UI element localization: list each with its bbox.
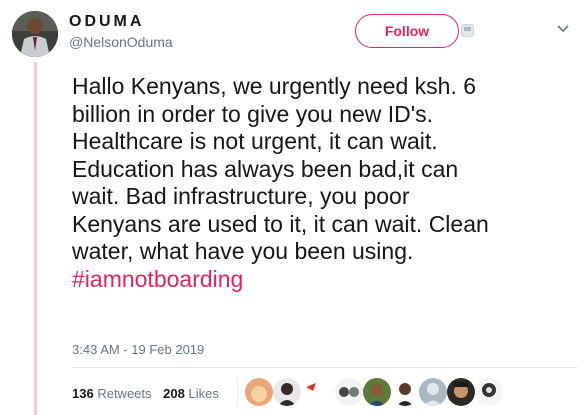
likes-count: 208 — [163, 386, 185, 401]
display-name[interactable]: ODUMA — [69, 12, 173, 32]
tweet-body: Hallo Kenyans, we urgently need ksh. 6 b… — [72, 73, 489, 264]
likes-stat[interactable]: 208 Likes — [163, 386, 219, 401]
liker-avatar[interactable] — [305, 380, 317, 392]
liker-avatar[interactable] — [245, 378, 273, 406]
avatar[interactable] — [12, 11, 58, 57]
follow-glyph-icon — [461, 24, 474, 37]
retweets-count: 136 — [72, 386, 94, 401]
liker-avatar[interactable] — [363, 378, 391, 406]
liker-avatar[interactable] — [447, 378, 475, 406]
stats-separator — [237, 378, 238, 406]
likes-label: Likes — [188, 386, 219, 401]
retweets-label: Retweets — [97, 386, 152, 401]
tweet-text: Hallo Kenyans, we urgently need ksh. 6 b… — [72, 73, 577, 293]
tweet-stats: 136 Retweets 208 Likes — [72, 386, 227, 401]
liker-avatar[interactable] — [419, 378, 447, 406]
liker-avatar[interactable] — [391, 378, 419, 406]
hashtag-link[interactable]: #iamnotboarding — [72, 266, 243, 292]
tweet-timestamp[interactable]: 3:43 AM - 19 Feb 2019 — [72, 342, 204, 357]
thread-line — [34, 62, 37, 415]
follow-button[interactable]: Follow — [355, 14, 459, 48]
author-block: ODUMA @NelsonOduma — [69, 12, 173, 51]
liker-avatars — [245, 378, 505, 408]
username[interactable]: @NelsonOduma — [69, 33, 173, 51]
divider — [72, 367, 577, 368]
chevron-down-icon[interactable] — [556, 23, 570, 33]
retweets-stat[interactable]: 136 Retweets — [72, 386, 152, 401]
liker-avatar[interactable] — [273, 378, 301, 406]
liker-avatar[interactable] — [335, 378, 363, 406]
liker-avatar[interactable] — [475, 378, 503, 406]
